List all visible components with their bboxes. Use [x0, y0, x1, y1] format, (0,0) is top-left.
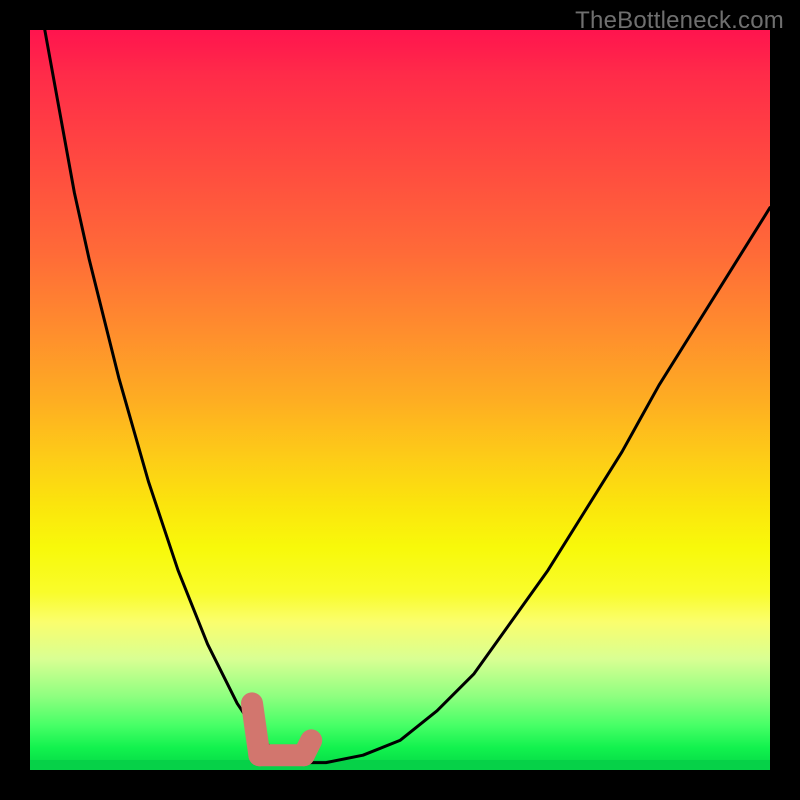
- optimal-region-highlight: [252, 703, 311, 755]
- chart-plot-area: [30, 30, 770, 770]
- highlight-right-arm: [304, 740, 311, 755]
- chart-svg: [30, 30, 770, 770]
- bottleneck-curve: [45, 30, 770, 763]
